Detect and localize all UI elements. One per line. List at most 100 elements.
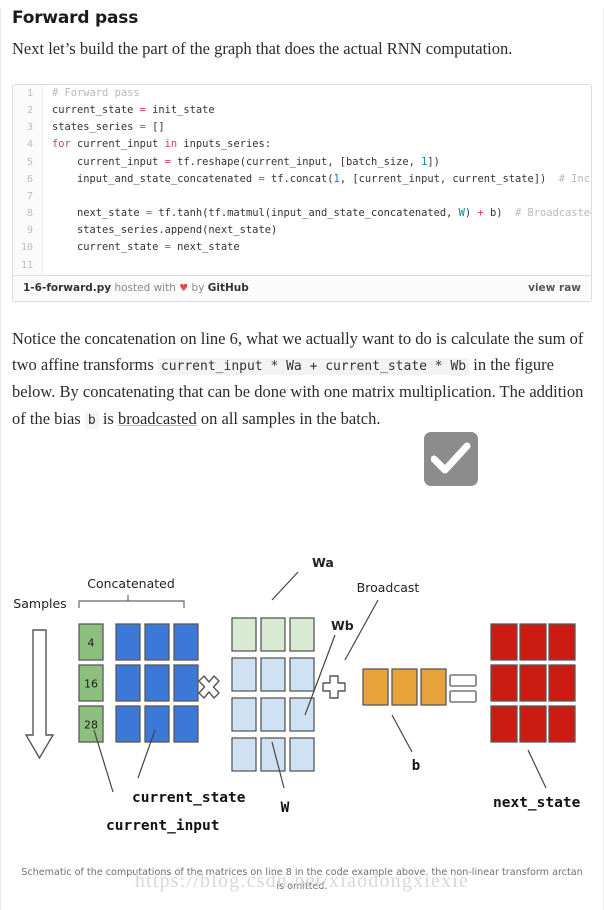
label-next-state: next_state: [493, 795, 581, 811]
wa-pointer-line: [271, 571, 299, 601]
cell-value: 28: [84, 719, 98, 732]
figure-svg: Samples Concatenated 41628 Wa Wb Broadca…: [13, 555, 581, 834]
bias-cell: [362, 668, 389, 706]
code-line-number: 8: [13, 205, 43, 223]
code-line-text: current_state = init_state: [52, 103, 215, 116]
cell-value: 16: [84, 678, 98, 691]
concatenated-bracket-icon: [78, 595, 185, 608]
state-cell: [115, 705, 141, 743]
gist-filename[interactable]: 1-6-forward.py: [23, 282, 111, 294]
code-line: 6 input_and_state_concatenated = tf.conc…: [13, 170, 591, 188]
plus-icon: [322, 675, 346, 699]
output-cell: [490, 664, 518, 702]
code-line-text: states_series.append(next_state): [52, 224, 278, 237]
wb-cell: [289, 737, 315, 772]
heart-icon: ♥: [179, 282, 189, 294]
next-state-pointer-line: [527, 749, 547, 789]
code-line-number: 10: [13, 239, 43, 257]
label-broadcast: Broadcast: [357, 580, 420, 595]
code-line: 1 # Forward pass: [13, 84, 591, 102]
broadcasted-link[interactable]: broadcasted: [118, 409, 197, 428]
code-line-text: input_and_state_concatenated = tf.concat…: [52, 172, 591, 185]
code-line-number: 2: [13, 101, 43, 120]
output-cell: [548, 705, 576, 743]
wb-cell: [289, 657, 315, 692]
gist-meta: 1-6-forward.py hosted with ♥ by GitHub: [23, 282, 249, 294]
code-gist-block: 1 # Forward pass 2 current_state = init_sta…: [12, 83, 592, 302]
intro-paragraph: Next let’s build the part of the graph t…: [12, 39, 513, 58]
label-current-state: current_state: [132, 790, 246, 806]
code-line-text: # Forward pass: [52, 86, 140, 99]
label-wb: Wb: [331, 618, 354, 633]
gist-footer: 1-6-forward.py hosted with ♥ by GitHub v…: [13, 274, 591, 301]
code-line-number: 5: [13, 153, 43, 171]
code-line-number: 7: [13, 187, 43, 206]
cell-value: 4: [88, 637, 95, 650]
multiply-icon: [198, 675, 220, 699]
code-line: 4 for current_input in inputs_series:: [13, 136, 591, 154]
gist-hosted-text: hosted with: [114, 281, 176, 294]
state-cell: [144, 623, 170, 661]
output-cell: [519, 664, 547, 702]
bias-row: [362, 668, 447, 706]
code-line: 11: [13, 256, 591, 274]
code-line: 10 current_state = next_state: [13, 239, 591, 257]
code-line: 5 current_input = tf.reshape(current_inp…: [13, 153, 591, 171]
state-cell: [173, 623, 199, 661]
code-line: 2 current_state = init_state: [13, 101, 591, 120]
page-title: Forward pass: [12, 8, 139, 28]
body-text-3: is: [98, 408, 118, 428]
state-cell: [173, 664, 199, 702]
gist-host[interactable]: GitHub: [208, 282, 249, 294]
wb-cell: [260, 657, 286, 692]
check-overlay-badge[interactable]: [424, 432, 478, 486]
state-cell: [173, 705, 199, 743]
label-samples: Samples: [13, 596, 66, 611]
input-state-matrix: 4 16 28: [78, 623, 199, 743]
code-line: 7: [13, 187, 591, 206]
code-line-number: 11: [13, 256, 43, 274]
check-icon: [431, 442, 471, 474]
b-pointer-line: [391, 714, 413, 753]
figure-caption: Schematic of the computations of the mat…: [21, 867, 583, 893]
wb-cell: [231, 737, 257, 772]
code-line-number: 1: [13, 84, 43, 102]
code-line-number: 9: [13, 222, 43, 240]
code-line-text: for current_input in inputs_series:: [52, 138, 271, 151]
wa-cell: [260, 617, 286, 652]
state-cell: [115, 623, 141, 661]
label-b: b: [412, 758, 420, 774]
code-line-text: current_state = next_state: [52, 241, 240, 254]
output-cell: [548, 664, 576, 702]
code-line: 9 states_series.append(next_state): [13, 222, 591, 240]
state-cell: [144, 664, 170, 702]
label-w: W: [281, 800, 290, 816]
code-line-number: 4: [13, 136, 43, 154]
wb-cell: [289, 697, 315, 732]
samples-arrow-icon: [24, 629, 55, 760]
inline-code-affine: current_input * Wa + current_state * Wb: [157, 358, 470, 376]
wa-cell: [289, 617, 315, 652]
code-line-text: current_input = tf.reshape(current_input…: [52, 155, 440, 168]
view-raw-link[interactable]: view raw: [528, 282, 581, 294]
output-cell: [548, 623, 576, 661]
wb-cell: [260, 697, 286, 732]
next-state-matrix: [490, 623, 576, 743]
wb-cell: [231, 657, 257, 692]
code-line-number: 3: [13, 119, 43, 137]
code-line: 3 states_series = []: [13, 119, 591, 137]
wb-cell: [231, 697, 257, 732]
output-cell: [490, 623, 518, 661]
code-area[interactable]: 1 # Forward pass 2 current_state = init_sta…: [13, 84, 591, 275]
code-line-text: states_series = []: [52, 121, 165, 134]
wa-cell: [231, 617, 257, 652]
state-cell: [144, 705, 170, 743]
article-page: Forward pass Next let’s build the part o…: [0, 8, 604, 910]
wb-cell: [260, 737, 286, 772]
equals-icon: [449, 674, 477, 703]
body-paragraph: Notice the concatenation on line 6, what…: [12, 326, 592, 433]
code-line-text: next_state = tf.tanh(tf.matmul(input_and…: [52, 207, 591, 220]
figure-schematic: Samples Concatenated 4 16 28 Wa Wb Broad…: [0, 520, 604, 910]
code-line: 8 next_state = tf.tanh(tf.matmul(input_a…: [13, 205, 591, 223]
inline-code-bias: b: [84, 411, 99, 429]
